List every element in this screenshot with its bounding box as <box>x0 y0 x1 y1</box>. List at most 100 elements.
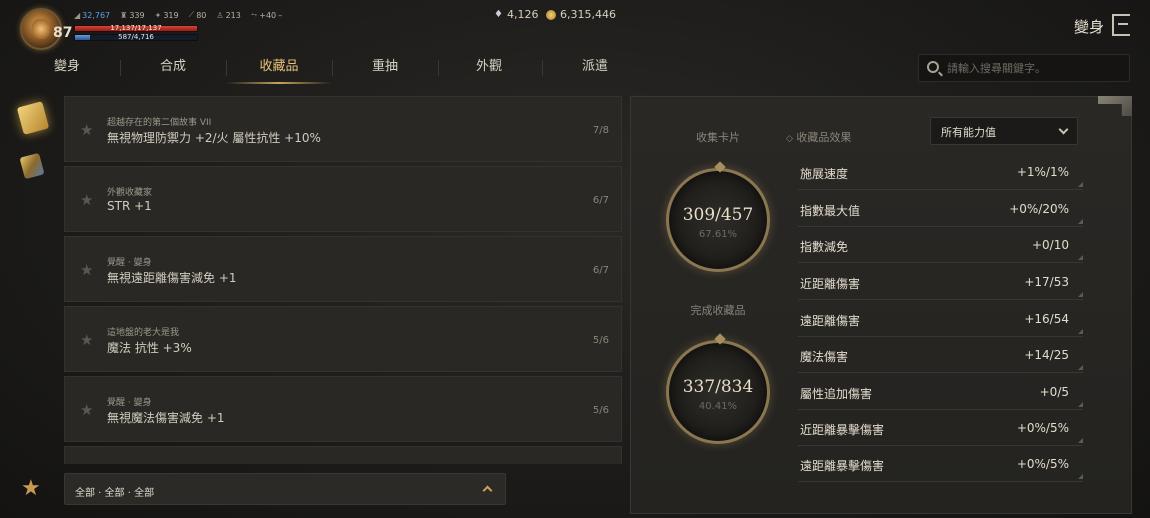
effect-name: 屬性追加傷害 <box>800 387 873 401</box>
tab-bar: 變身 合成 收藏品 重抽 外觀 派遣 <box>0 52 650 84</box>
favorite-star-icon[interactable]: ★ <box>80 401 93 419</box>
tab-collection[interactable]: 收藏品 <box>226 52 332 84</box>
effect-name: 指數減免 <box>800 240 849 254</box>
collection-item[interactable]: ★ 覺醒 · 變身 無視魔法傷害減免 +1 5/6 <box>64 376 622 442</box>
player-level: 87 <box>53 25 73 41</box>
search-box[interactable] <box>918 54 1130 82</box>
stat-person: ♙ 213 <box>216 10 241 20</box>
effect-row: 近距離暴擊傷害 +0%/5% <box>798 414 1083 446</box>
corner-tick-icon <box>1078 255 1083 260</box>
collection-effect: 無視魔法傷害減免 +1 <box>107 411 225 425</box>
effect-value: +1%/1% <box>1016 165 1069 179</box>
feather-icon: ◢ <box>74 10 81 20</box>
collection-book-icon[interactable] <box>16 101 50 135</box>
filter-text: 全部 · 全部 · 全部 <box>75 488 155 499</box>
collections-progress-ring: 337/834 40.41% <box>666 340 770 444</box>
chevron-up-icon <box>482 485 493 496</box>
tab-dispatch[interactable]: 派遣 <box>542 52 648 84</box>
collection-progress: 6/7 <box>592 195 609 206</box>
effect-name: 遠距離傷害 <box>800 314 861 328</box>
tab-synthesis[interactable]: 合成 <box>120 52 226 84</box>
effect-row: 指數最大值 +0%/20% <box>798 195 1083 227</box>
effect-row: 屬性追加傷害 +0/5 <box>798 378 1083 410</box>
card-collection-icon[interactable] <box>19 152 45 180</box>
exit-icon[interactable] <box>1112 14 1130 36</box>
effect-value: +0%/5% <box>1016 421 1069 435</box>
effect-value: +0/5 <box>1039 385 1069 399</box>
cards-value: 309/457 <box>682 205 754 225</box>
collection-effect: 無視物理防禦力 +2/火 屬性抗性 +10% <box>107 131 321 145</box>
collection-item[interactable]: ★ 超越存在的第二個故事 VII 無視物理防禦力 +2/火 屬性抗性 +10% … <box>64 96 622 162</box>
tab-redraw[interactable]: 重抽 <box>332 52 438 84</box>
effect-row: 近距離傷害 +17/53 <box>798 268 1083 300</box>
collection-progress: 5/6 <box>592 335 609 346</box>
effect-row: 遠距離傷害 +16/54 <box>798 305 1083 337</box>
stat-helmet: ♜ 339 <box>120 10 145 20</box>
collection-item[interactable]: ★ 這地盤的老大是我 魔法 抗性 +3% 5/6 <box>64 306 622 372</box>
favorite-star-icon[interactable]: ★ <box>21 478 43 500</box>
chevron-down-icon <box>1058 124 1069 135</box>
gold-amount: 6,315,446 <box>560 8 616 21</box>
collection-item[interactable]: ★ 覺醒 · 變身 無視遠距離傷害減免 +1 6/7 <box>64 236 622 302</box>
completed-collections-label: 完成收藏品 <box>690 304 746 317</box>
character-emblem-icon <box>32 19 50 39</box>
favorite-star-icon[interactable]: ★ <box>80 261 93 279</box>
corner-tick-icon <box>1078 182 1083 187</box>
collection-title: 覺醒 · 變身 <box>107 398 152 408</box>
collection-effect: 魔法 抗性 +3% <box>107 341 192 355</box>
favorite-star-icon[interactable]: ★ <box>80 121 93 139</box>
collection-title: 覺醒 · 變身 <box>107 258 152 268</box>
effect-value: +0%/5% <box>1016 457 1069 471</box>
gold-currency: 6,315,446 <box>546 8 616 21</box>
corner-tick-icon <box>1078 329 1083 334</box>
collection-effect: 無視遠距離傷害減免 +1 <box>107 271 237 285</box>
cards-progress-ring: 309/457 67.61% <box>666 168 770 272</box>
diamond-amount: 4,126 <box>506 8 539 21</box>
collection-item-partial[interactable] <box>64 446 622 464</box>
effect-value: +0/10 <box>1031 238 1069 252</box>
favorite-star-icon[interactable]: ★ <box>80 331 93 349</box>
collection-title: 超越存在的第二個故事 VII <box>107 118 212 128</box>
effect-row: 指數減免 +0/10 <box>798 231 1083 263</box>
effect-value: +14/25 <box>1024 348 1069 362</box>
collections-value: 337/834 <box>682 377 754 397</box>
search-icon[interactable] <box>927 61 939 73</box>
corner-tick-icon <box>1078 292 1083 297</box>
dropdown-selected: 所有能力值 <box>941 126 996 139</box>
effect-value: +16/54 <box>1024 312 1069 326</box>
effects-header: ◇ 收藏品效果 <box>786 131 852 144</box>
collection-item[interactable]: ★ 外觀收藏家 STR +1 6/7 <box>64 166 622 232</box>
claw-icon: ✦ <box>154 10 162 20</box>
tab-transform[interactable]: 變身 <box>14 52 120 84</box>
hp-bar: 17,137/17,137 <box>74 24 198 32</box>
stat-wing: ⥊ +40– <box>250 10 283 20</box>
search-input[interactable] <box>947 55 1125 81</box>
diamond-icon: ♦ <box>494 9 503 20</box>
favorite-star-icon[interactable]: ★ <box>80 191 93 209</box>
collection-progress: 7/8 <box>592 125 609 136</box>
effect-row: 施展速度 +1%/1% <box>798 158 1083 190</box>
corner-tick-icon <box>1078 402 1083 407</box>
page-title: 變身 <box>1073 18 1104 36</box>
effect-row: 魔法傷害 +14/25 <box>798 341 1083 373</box>
tab-appearance[interactable]: 外觀 <box>436 52 542 84</box>
corner-tick-icon <box>1078 474 1083 479</box>
sword-icon: ⟋ <box>188 10 195 19</box>
corner-tick-icon <box>1078 365 1083 370</box>
effect-name: 近距離暴擊傷害 <box>800 423 885 437</box>
corner-tick-icon <box>1078 219 1083 224</box>
effect-name: 遠距離暴擊傷害 <box>800 459 885 473</box>
collection-title: 這地盤的老大是我 <box>107 328 180 338</box>
effect-value: +0%/20% <box>1009 202 1069 216</box>
effect-name: 魔法傷害 <box>800 350 849 364</box>
helmet-icon: ♜ <box>120 10 128 20</box>
player-stats: ◢ 32,767 ♜ 339 ✦ 319 ⟋ 80 ♙ 213 ⥊ +40– <box>74 10 282 20</box>
mp-bar: 587/4,716 <box>74 33 198 41</box>
effect-row: 遠距離暴擊傷害 +0%/5% <box>798 450 1083 482</box>
stat-filter-dropdown[interactable]: 所有能力值 <box>930 117 1078 145</box>
stat-sword: ⟋ 80 <box>188 10 207 20</box>
cards-label: 收集卡片 <box>696 131 740 144</box>
diamond-bullet-icon: ◇ <box>786 134 793 144</box>
collection-list: ★ 超越存在的第二個故事 VII 無視物理防禦力 +2/火 屬性抗性 +10% … <box>64 96 624 464</box>
filter-dropdown[interactable]: 全部 · 全部 · 全部 <box>64 473 506 505</box>
